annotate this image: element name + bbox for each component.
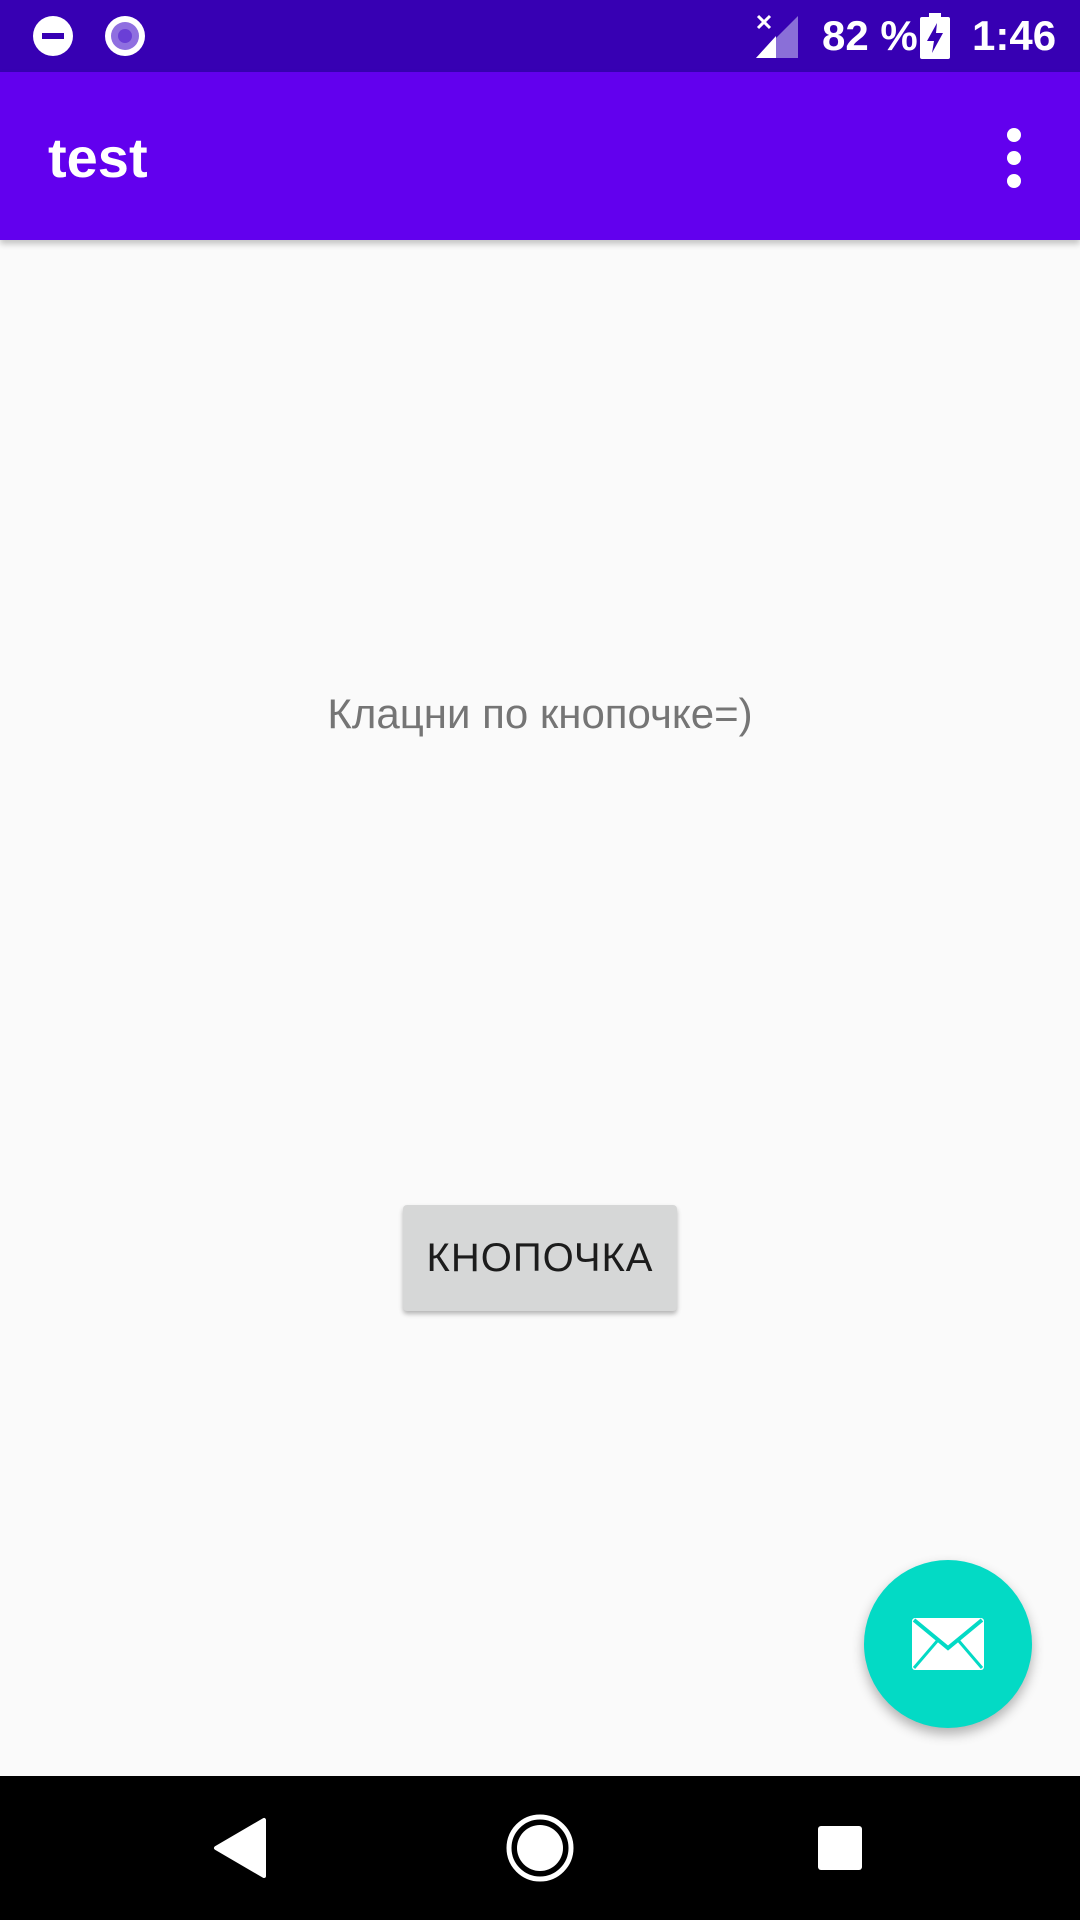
battery-percent: 82 % — [822, 12, 918, 59]
email-fab-button[interactable] — [864, 1560, 1032, 1728]
navigation-bar — [0, 1776, 1080, 1920]
screen-record-icon — [105, 16, 145, 56]
email-icon — [912, 1618, 984, 1670]
main-content: Клацни по кнопочке=) КНОПОЧКА — [0, 240, 1080, 1776]
status-bar: 82 % 1:46 — [0, 0, 1080, 72]
app-bar: test — [0, 72, 1080, 240]
do-not-disturb-icon — [33, 16, 73, 56]
battery-charging-icon — [920, 13, 950, 59]
app-title: test — [48, 126, 148, 189]
hint-text: Клацни по кнопочке=) — [327, 690, 753, 737]
more-vert-icon[interactable] — [990, 126, 1038, 190]
no-signal-icon — [756, 14, 798, 58]
recents-icon[interactable] — [804, 1812, 876, 1884]
main-button[interactable]: КНОПОЧКА — [403, 1205, 677, 1311]
home-icon[interactable] — [504, 1812, 576, 1884]
clock: 1:46 — [972, 12, 1057, 59]
back-icon[interactable] — [204, 1812, 276, 1884]
